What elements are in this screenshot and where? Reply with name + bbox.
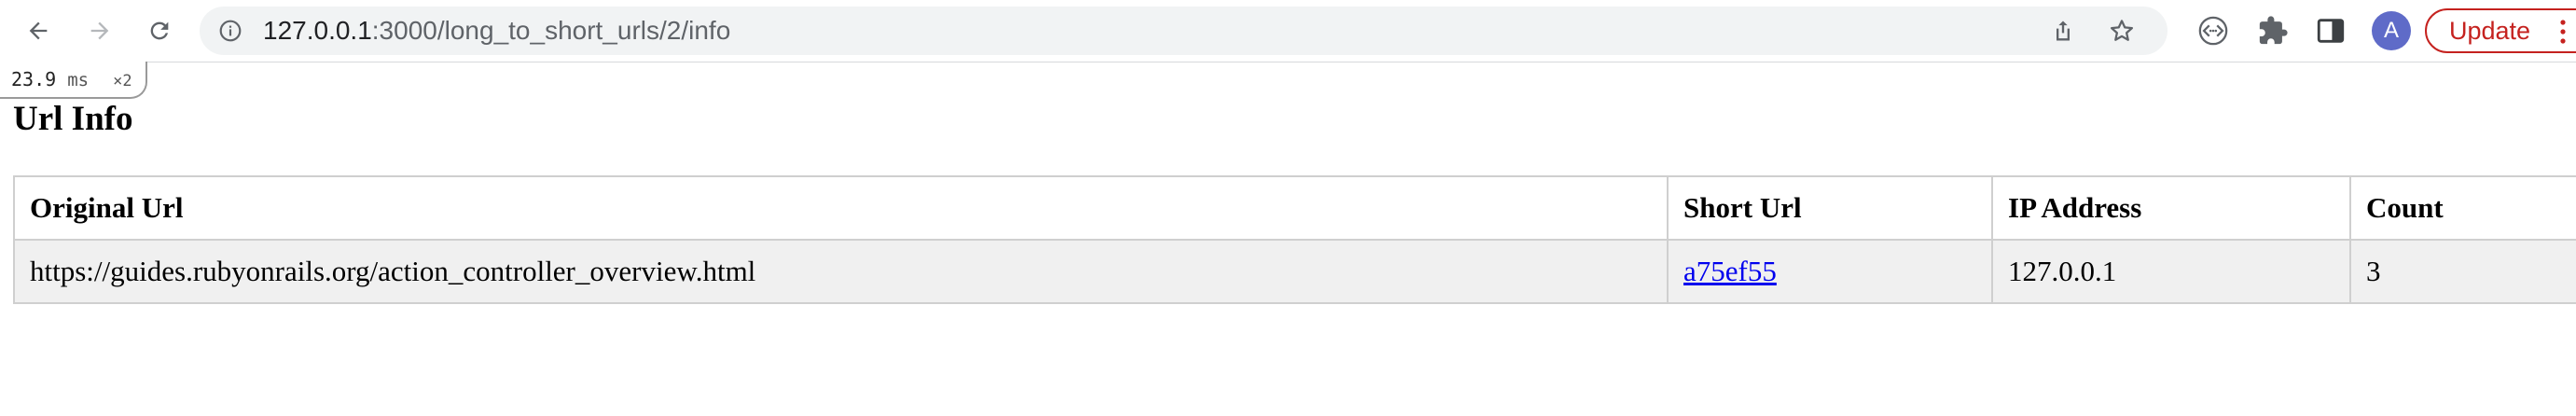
- cell-ip-address: 127.0.0.1: [1991, 239, 2351, 304]
- header-short-url: Short Url: [1667, 175, 1993, 241]
- url-path: :3000/long_to_short_urls/2/info: [371, 16, 731, 45]
- header-ip-address: IP Address: [1991, 175, 2351, 241]
- forward-button[interactable]: [80, 11, 119, 50]
- address-bar[interactable]: 127.0.0.1:3000/long_to_short_urls/2/info: [200, 7, 2167, 55]
- cell-original-url: https://guides.rubyonrails.org/action_co…: [13, 239, 1669, 304]
- side-panel-icon[interactable]: [2315, 15, 2347, 47]
- star-icon[interactable]: [2108, 17, 2136, 45]
- arrow-left-icon: [29, 21, 48, 40]
- url-info-table: Original Url Short Url IP Address Count …: [13, 175, 2576, 304]
- profiler-unit: ms: [67, 70, 90, 90]
- cell-short-url: a75ef55: [1667, 239, 1993, 304]
- page-title: Url Info: [13, 100, 133, 138]
- profile-avatar[interactable]: A: [2372, 11, 2411, 50]
- back-button[interactable]: [19, 11, 58, 50]
- profiler-time: 23.9: [11, 68, 57, 90]
- table-row: https://guides.rubyonrails.org/action_co…: [13, 239, 2576, 304]
- update-button[interactable]: Update: [2425, 8, 2576, 53]
- arrow-right-icon: [90, 21, 109, 40]
- url-text[interactable]: 127.0.0.1:3000/long_to_short_urls/2/info: [263, 7, 730, 55]
- profiler-badge[interactable]: 23.9 ms ×2: [0, 62, 147, 99]
- code-circle-icon[interactable]: [2197, 15, 2229, 47]
- reload-icon: [150, 21, 169, 40]
- header-count: Count: [2349, 175, 2576, 241]
- puzzle-piece-icon[interactable]: [2257, 15, 2289, 47]
- url-host: 127.0.0.1: [263, 16, 372, 45]
- cell-count: 3: [2349, 239, 2576, 304]
- kebab-menu-icon[interactable]: [2555, 19, 2570, 45]
- header-original-url: Original Url: [13, 175, 1669, 241]
- browser-toolbar: 127.0.0.1:3000/long_to_short_urls/2/info…: [0, 0, 2576, 62]
- info-circle-icon[interactable]: [218, 19, 242, 43]
- table-header-row: Original Url Short Url IP Address Count: [13, 175, 2576, 241]
- profiler-count: ×2: [113, 72, 132, 90]
- short-url-link[interactable]: a75ef55: [1683, 255, 1777, 287]
- reload-button[interactable]: [140, 11, 179, 50]
- share-icon[interactable]: [2050, 18, 2076, 44]
